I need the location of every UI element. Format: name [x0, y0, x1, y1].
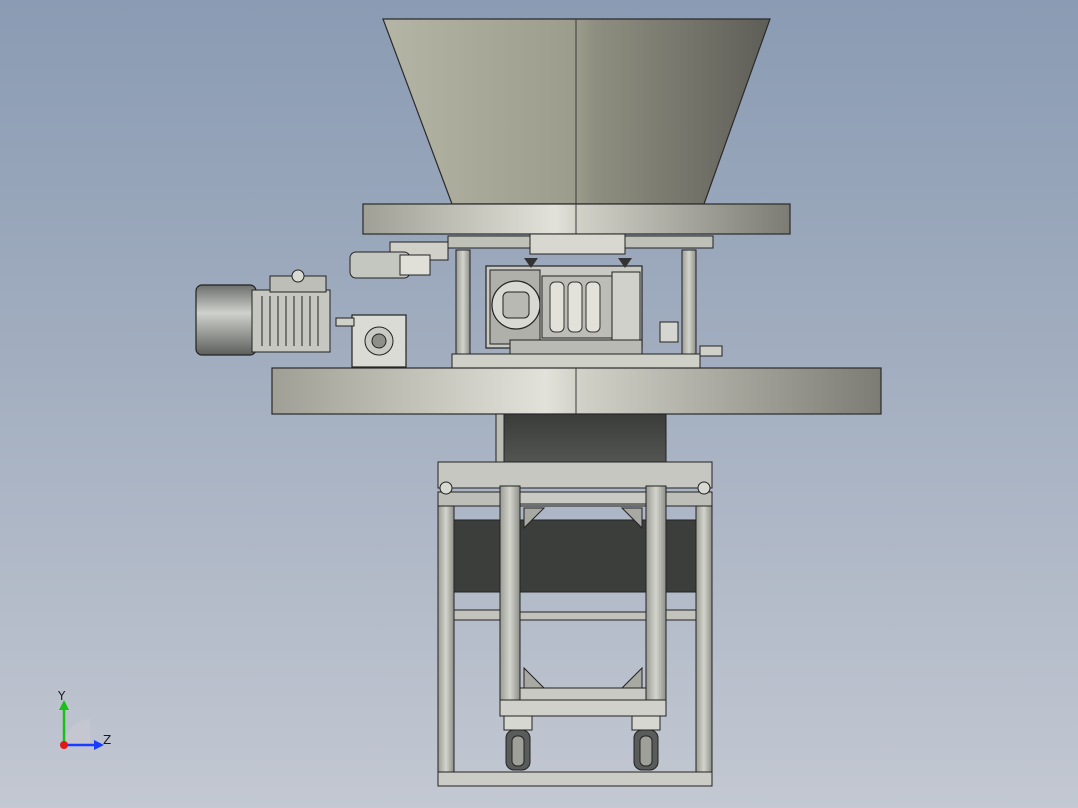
lower-flange-plate [271, 367, 882, 415]
discharge-chute [495, 413, 667, 467]
cad-model-view: Y Z [57, 18, 882, 787]
x-axis-dot [60, 741, 68, 749]
caster-wheel-right [631, 715, 661, 771]
upper-flange-plate [362, 203, 791, 235]
hopper-cone [382, 18, 771, 205]
caster-wheel-left [503, 715, 533, 771]
support-frame [437, 461, 713, 787]
y-axis-label: Y [57, 689, 66, 703]
drive-motor [195, 269, 331, 356]
z-axis-label: Z [103, 733, 111, 747]
cad-viewport[interactable]: Y Z [0, 0, 1078, 808]
gearbox [335, 314, 407, 368]
axis-triad: Y Z [57, 689, 111, 750]
